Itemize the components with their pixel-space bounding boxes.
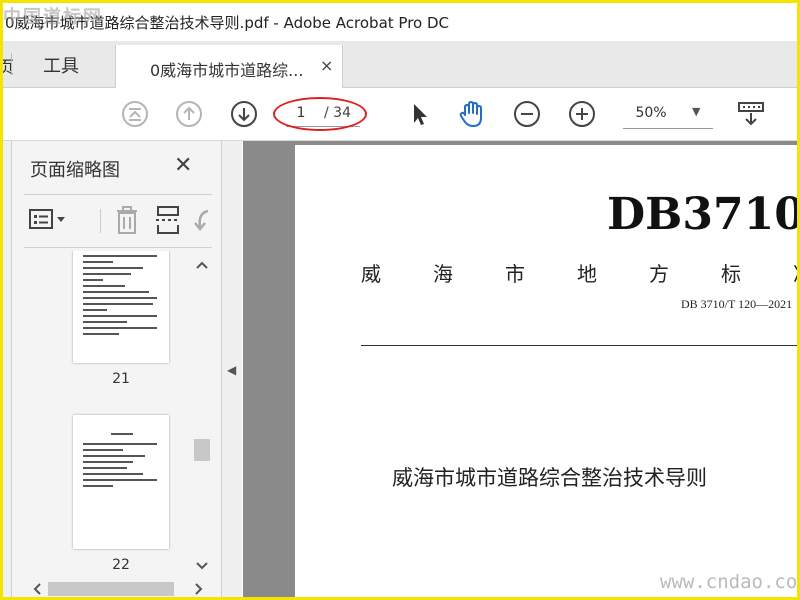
panel-splitter[interactable]: ◀: [222, 141, 242, 597]
title-bar: 0威海市城市道路综合整治技术导则.pdf - Adobe Acrobat Pro…: [3, 3, 797, 41]
thumbnail-panel: 页面缩略图 ✕ 21 22: [12, 141, 222, 599]
tab-close-icon[interactable]: ×: [320, 56, 333, 75]
tab-separator: [11, 53, 12, 75]
standard-char: 准: [793, 258, 797, 287]
toolbar: 1 / 34 50% ▼: [3, 88, 797, 141]
standard-char: 方: [649, 262, 669, 286]
zoom-dropdown-icon[interactable]: ▼: [692, 105, 700, 118]
watermark-top: 中国道标网: [3, 7, 103, 28]
standard-char: 威: [361, 262, 381, 286]
standard-char: 地: [577, 262, 597, 286]
panel-divider: [24, 194, 212, 195]
insert-page-icon[interactable]: [154, 205, 182, 235]
collapse-panel-icon[interactable]: ◀: [227, 363, 236, 377]
tab-tools[interactable]: 工具: [43, 52, 79, 78]
thumbnail-options-icon[interactable]: [28, 207, 72, 233]
tab-row: 页 工具 0威海市城市道路综... ×: [3, 41, 797, 88]
left-nav-strip: [3, 141, 12, 597]
app-window: 0威海市城市道路综合整治技术导则.pdf - Adobe Acrobat Pro…: [0, 0, 800, 600]
panel-toolbar: [24, 201, 214, 241]
document-number: DB 3710/T 120—2021: [681, 297, 793, 311]
previous-page-icon[interactable]: [175, 100, 203, 128]
thumbnail-horizontal-scrollbar[interactable]: [24, 579, 212, 599]
tab-document[interactable]: 0威海市城市道路综... ×: [115, 45, 343, 88]
panel-close-icon[interactable]: ✕: [174, 153, 192, 178]
delete-page-icon[interactable]: [114, 205, 140, 235]
zoom-underline: [623, 128, 713, 129]
thumbnail-label-22: 22: [112, 557, 130, 573]
thumbnail-label-21: 21: [112, 371, 130, 387]
scroll-mode-icon[interactable]: [737, 100, 765, 128]
thumbnail-list: 21 22: [24, 251, 192, 581]
panel-tool-separator: [100, 209, 101, 233]
first-page-icon[interactable]: [121, 100, 149, 128]
standard-heading: 威海市地方标准: [361, 258, 797, 287]
document-code: DB3710: [607, 189, 800, 240]
standard-char: 标: [721, 262, 741, 286]
zoom-level[interactable]: 50%: [623, 105, 679, 121]
standard-char: 市: [505, 262, 525, 286]
thumbnail-page-21[interactable]: [73, 251, 169, 363]
standard-char: 海: [433, 262, 453, 286]
watermark-bottom: www.cndao.com: [660, 571, 800, 593]
panel-title: 页面缩略图: [30, 160, 120, 181]
hand-tool-icon[interactable]: [457, 100, 485, 128]
document-viewer[interactable]: DB3710 威 海 市 地 方 标 准 DB 3710/T 120—2021 威海市城市道…: [243, 141, 800, 597]
undo-icon[interactable]: [192, 207, 214, 235]
thumbnail-page-22[interactable]: [73, 415, 169, 549]
select-cursor-icon[interactable]: [405, 100, 433, 128]
thumbnail-vertical-scrollbar[interactable]: [192, 251, 212, 581]
zoom-out-icon[interactable]: [513, 100, 541, 128]
document-title: 威海市城市道路综合整治技术导则: [392, 466, 707, 490]
panel-divider-2: [24, 247, 212, 248]
highlight-oval: [273, 97, 367, 131]
pdf-page: DB3710 威 海 市 地 方 标 准 DB 3710/T 120—2021 威海市城市道…: [295, 145, 800, 597]
next-page-icon[interactable]: [230, 100, 258, 128]
horizontal-rule: [361, 345, 797, 346]
tab-document-label: 0威海市城市道路综...: [150, 61, 304, 80]
zoom-in-icon[interactable]: [568, 100, 596, 128]
